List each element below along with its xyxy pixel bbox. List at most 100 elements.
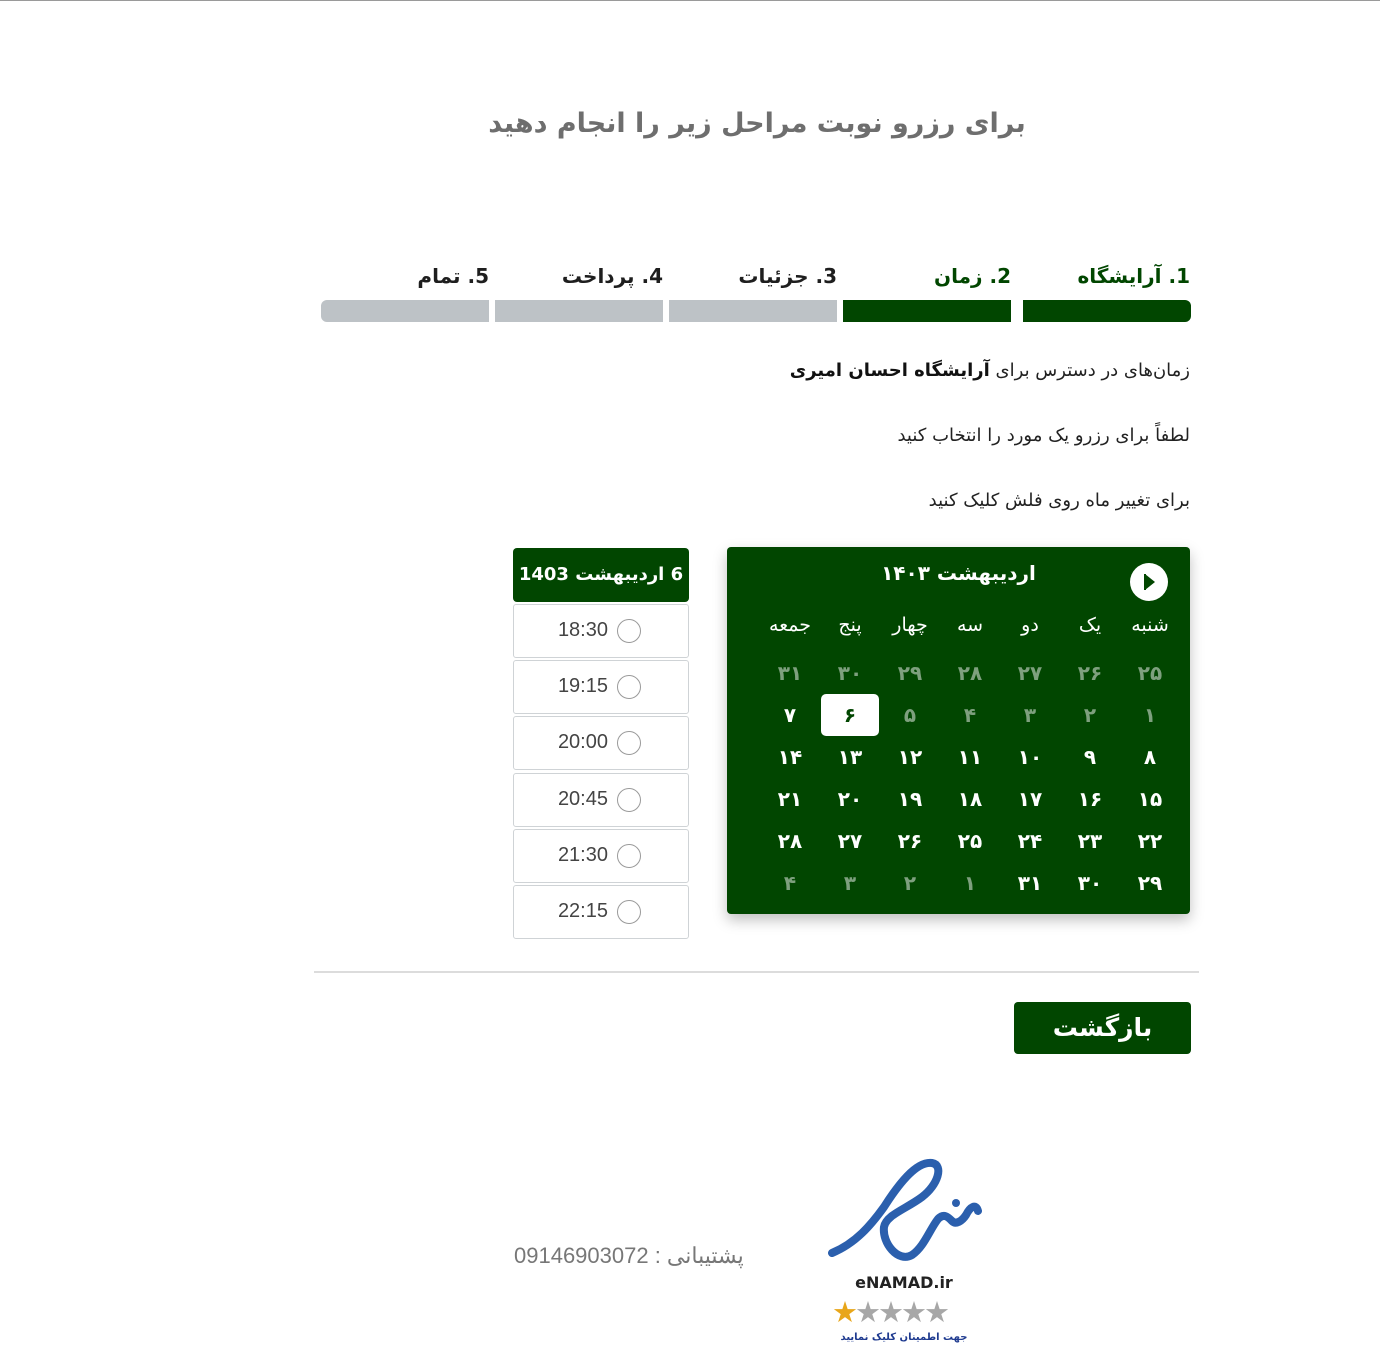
star-icon: ★ bbox=[855, 1295, 881, 1329]
radio-button[interactable] bbox=[617, 843, 641, 868]
calendar-day: ۲۷ bbox=[1017, 661, 1043, 685]
calendar-day[interactable]: ۲۲ bbox=[1120, 820, 1180, 862]
step-label-details: 3. جزئیات bbox=[738, 264, 837, 288]
enamad-text: eNAMAD.ir bbox=[855, 1273, 953, 1292]
calendar-day: ۳ bbox=[1023, 703, 1037, 727]
calendar-day[interactable]: ۱۱ bbox=[940, 736, 1000, 778]
calendar-day: ۱ bbox=[1143, 703, 1157, 727]
enamad-rating: ★★★★★ bbox=[832, 1295, 950, 1329]
enamad-badge[interactable]: eNAMAD.ir ★★★★★ جهت اطمینان کلیک نمایید bbox=[826, 1155, 982, 1355]
calendar-day[interactable]: ۱۵ bbox=[1120, 778, 1180, 820]
step-bar-time bbox=[843, 300, 1011, 322]
calendar-day[interactable]: ۲۵ bbox=[940, 820, 1000, 862]
calendar-day: ۳۱ bbox=[777, 661, 803, 685]
calendar-day: ۲۶ bbox=[1077, 661, 1103, 685]
step-label-payment: 4. پرداخت bbox=[561, 264, 663, 288]
calendar-day[interactable]: ۲۸ bbox=[760, 820, 820, 862]
calendar-day: ۴ bbox=[783, 871, 797, 895]
calendar-day[interactable]: ۲۴ bbox=[1000, 820, 1060, 862]
time-slot-label: 22:15 bbox=[557, 900, 608, 922]
radio-button[interactable] bbox=[617, 619, 641, 643]
weekday-header: سه bbox=[956, 614, 984, 636]
radio-button[interactable] bbox=[617, 900, 641, 924]
step-label-salon: 1. آرایشگاه bbox=[1077, 264, 1190, 288]
radio-button[interactable] bbox=[617, 731, 641, 756]
calendar-day[interactable]: ۸ bbox=[1120, 736, 1180, 778]
weekday-header: شنبه bbox=[1131, 614, 1169, 636]
calendar-day: ۲ bbox=[1083, 703, 1097, 727]
step-bar-salon bbox=[1023, 300, 1191, 322]
calendar-day: ۱ bbox=[963, 871, 977, 895]
step-bar-payment bbox=[495, 300, 663, 322]
calendar-day: ۲۵ bbox=[1137, 661, 1163, 685]
weekday-header: یک bbox=[1078, 614, 1102, 636]
time-slot-label: 21:30 bbox=[557, 843, 608, 866]
calendar-day[interactable]: ۲۶ bbox=[880, 820, 940, 862]
calendar-day[interactable]: ۲۱ bbox=[760, 778, 820, 820]
enamad-caption: جهت اطمینان کلیک نمایید bbox=[840, 1332, 968, 1343]
star-icon: ★ bbox=[878, 1295, 904, 1329]
calendar-day: ۴ bbox=[963, 703, 977, 727]
star-icon: ★ bbox=[901, 1295, 927, 1329]
salon-name: آرایشگاه احسان امیری bbox=[789, 360, 990, 381]
calendar-day: ۳ bbox=[843, 871, 857, 895]
page-title: برای رزرو نوبت مراحل زیر را انجام دهید bbox=[488, 108, 1026, 139]
weekday-header: دو bbox=[1021, 614, 1039, 636]
available-prefix: زمان‌های در دسترس برای bbox=[995, 360, 1190, 381]
time-slot[interactable]: 20:45 bbox=[513, 772, 689, 827]
time-slot[interactable]: 18:30 bbox=[513, 604, 689, 658]
calendar-day[interactable]: ۱۸ bbox=[940, 778, 1000, 820]
calendar-day: ۲۹ bbox=[897, 661, 923, 685]
calendar-day[interactable]: ۱۹ bbox=[880, 778, 940, 820]
step-label-finish: 5. تمام bbox=[417, 264, 489, 288]
calendar-day[interactable]: ۲۳ bbox=[1060, 820, 1120, 862]
calendar-day[interactable]: ۱۳ bbox=[820, 736, 880, 778]
time-slot[interactable]: 22:15 bbox=[513, 885, 689, 939]
time-slot-label: 20:45 bbox=[557, 787, 608, 810]
divider bbox=[314, 971, 1199, 973]
weekday-header: چهار bbox=[892, 614, 928, 636]
calendar-day[interactable]: ۹ bbox=[1060, 736, 1120, 778]
calendar-day[interactable]: ۲۹ bbox=[1120, 862, 1180, 904]
time-slot[interactable]: 21:30 bbox=[513, 828, 689, 883]
calendar-day[interactable]: ۳۰ bbox=[1060, 862, 1120, 904]
calendar-day[interactable]: ۱۴ bbox=[760, 736, 820, 778]
calendar-day[interactable]: ۱۶ bbox=[1060, 778, 1120, 820]
time-slot[interactable]: 20:00 bbox=[513, 716, 689, 771]
enamad-logo-icon bbox=[828, 1158, 982, 1261]
calendar-day[interactable]: ۱۰ bbox=[1000, 736, 1060, 778]
support-phone: پشتیبانی : 09146903072 bbox=[514, 1243, 744, 1268]
radio-button[interactable] bbox=[617, 675, 641, 700]
star-icon: ★ bbox=[832, 1295, 858, 1329]
time-slot[interactable]: 19:15 bbox=[513, 660, 689, 715]
calendar-month-title: اردیبهشت ۱۴۰۳ bbox=[881, 561, 1036, 585]
calendar-day[interactable]: ۲۷ bbox=[820, 820, 880, 862]
step-bar-details bbox=[669, 300, 837, 322]
calendar-day[interactable]: ۱۲ bbox=[880, 736, 940, 778]
time-slot-label: 20:00 bbox=[557, 731, 608, 754]
time-slot-label: 18:30 bbox=[557, 619, 608, 641]
calendar-day: ۳۰ bbox=[837, 661, 863, 685]
star-icon: ★ bbox=[924, 1295, 950, 1329]
chevron-right-icon bbox=[1144, 574, 1155, 590]
weekday-header: جمعه bbox=[768, 614, 812, 636]
select-hint: لطفاً برای رزرو یک مورد را انتخاب کنید bbox=[897, 425, 1190, 446]
calendar-day[interactable]: ۳۱ bbox=[1000, 862, 1060, 904]
weekday-header: پنج bbox=[838, 614, 862, 636]
calendar-grid: شنبه یک دو سه چهار پنج جمعه ۲۵ ۲۶ ۲۷ ۲۸ ۲۹ ۳۰ ۳۱ ۱ ۲ ۳ ۴ ۵… bbox=[745, 610, 1180, 904]
available-times-text: زمان‌های در دسترس برای آرایشگاه احسان ام… bbox=[790, 360, 1190, 381]
date-calendar: اردیبهشت ۱۴۰۳ شنبه یک دو سه چهار پنج جمعه ۲۵ ۲۶ ۲… bbox=[727, 547, 1190, 914]
radio-button[interactable] bbox=[617, 787, 641, 812]
selected-date-header: 6 اردیبهشت 1403 bbox=[513, 548, 689, 602]
calendar-day[interactable]: ۲۰ bbox=[820, 778, 880, 820]
step-label-time: 2. زمان bbox=[934, 264, 1011, 288]
top-border bbox=[0, 0, 1380, 1]
step-bar-finish bbox=[321, 300, 489, 322]
next-month-button[interactable] bbox=[1130, 563, 1168, 601]
calendar-day[interactable]: ۷ bbox=[760, 694, 820, 736]
calendar-day[interactable]: ۱۷ bbox=[1000, 778, 1060, 820]
calendar-day-selected[interactable]: ۶ bbox=[821, 694, 879, 736]
back-button[interactable]: بازگشت bbox=[1014, 1002, 1191, 1054]
time-slot-label: 19:15 bbox=[557, 675, 608, 698]
calendar-day: ۵ bbox=[903, 703, 917, 727]
